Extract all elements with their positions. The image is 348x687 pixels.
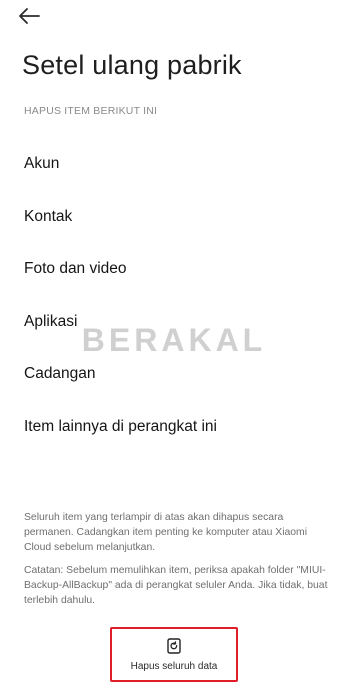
erase-all-data-button[interactable]: Hapus seluruh data	[110, 627, 238, 682]
list-item: Aplikasi	[24, 312, 78, 330]
erase-items-list: Akun Kontak Foto dan video Aplikasi Cada…	[24, 138, 324, 453]
back-button[interactable]	[18, 6, 54, 30]
list-item: Kontak	[24, 207, 73, 225]
page-title: Setel ulang pabrik	[22, 50, 242, 80]
arrow-left-icon	[18, 7, 40, 29]
list-item: Foto dan video	[24, 260, 127, 278]
caution-text: Catatan: Sebelum memulihkan item, periks…	[24, 565, 328, 606]
list-item: Cadangan	[24, 365, 96, 383]
section-header: HAPUS ITEM BERIKUT INI	[24, 105, 158, 117]
erase-phone-icon	[167, 637, 181, 654]
list-item: Akun	[24, 155, 60, 173]
factory-reset-screen: Setel ulang pabrik HAPUS ITEM BERIKUT IN…	[0, 0, 348, 687]
erase-button-label: Hapus seluruh data	[130, 660, 218, 672]
list-item: Item lainnya di perangkat ini	[24, 417, 218, 435]
warning-text: Seluruh item yang terlampir di atas akan…	[24, 512, 308, 553]
notes: Seluruh item yang terlampir di atas akan…	[24, 510, 328, 608]
